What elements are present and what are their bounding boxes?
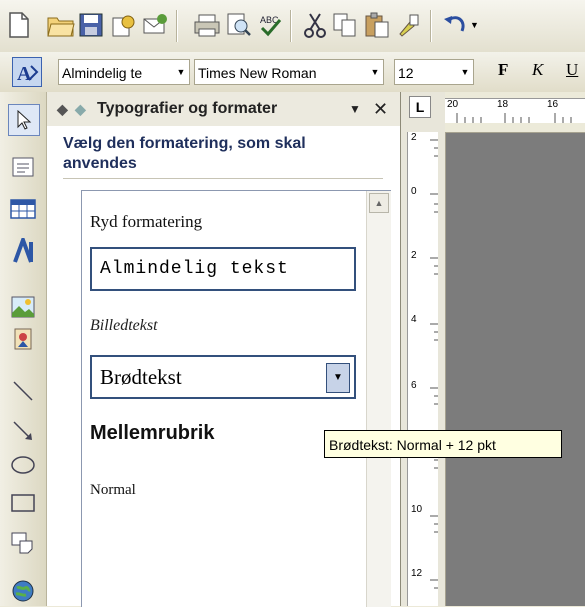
picture-icon[interactable] bbox=[8, 292, 38, 322]
style-dropdown-value: Almindelig te bbox=[62, 65, 143, 81]
chevron-down-icon[interactable]: ▼ bbox=[326, 363, 350, 393]
styles-formatting-icon[interactable]: A bbox=[12, 57, 42, 87]
list-item-brodtekst-label: Brødtekst bbox=[100, 365, 182, 389]
wordart-icon[interactable] bbox=[8, 236, 38, 266]
permission-icon[interactable] bbox=[108, 10, 138, 40]
chevron-down-icon[interactable]: ▼ bbox=[173, 60, 189, 84]
chevron-down-icon[interactable]: ▼ bbox=[367, 60, 383, 84]
chevron-down-icon[interactable]: ▼ bbox=[457, 60, 473, 84]
forward-arrow-icon[interactable]: ◆ bbox=[75, 92, 86, 126]
print-preview-icon[interactable] bbox=[224, 10, 254, 40]
arrow-icon[interactable] bbox=[8, 416, 38, 446]
vertical-ruler-track: 2 0 2 4 6 10 12 bbox=[407, 132, 438, 606]
scrollbar[interactable]: ▲ bbox=[366, 191, 391, 607]
print-icon[interactable] bbox=[192, 10, 222, 40]
line-icon[interactable] bbox=[8, 376, 38, 406]
spelling-icon[interactable]: ABC bbox=[256, 10, 286, 40]
textbox-icon[interactable] bbox=[8, 152, 38, 182]
ruler-tick: 6 bbox=[411, 380, 417, 391]
styles-list: Ryd formatering Almindelig tekst Billedt… bbox=[81, 190, 391, 607]
email-icon[interactable] bbox=[140, 10, 170, 40]
task-pane-title: Typografier og formater bbox=[97, 100, 278, 117]
undo-dropdown-icon[interactable]: ▼ bbox=[470, 20, 479, 30]
clipart-icon[interactable] bbox=[8, 324, 38, 354]
paste-icon[interactable] bbox=[362, 10, 392, 40]
font-dropdown[interactable]: Times New Roman ▼ bbox=[194, 59, 384, 85]
back-arrow-icon[interactable]: ◆ bbox=[57, 92, 68, 126]
select-objects-icon[interactable] bbox=[8, 104, 40, 136]
ruler-tick: 0 bbox=[411, 186, 417, 197]
ruler-tick: 2 bbox=[411, 132, 417, 143]
list-item-brodtekst[interactable]: Brødtekst ▼ bbox=[90, 355, 356, 399]
open-folder-icon[interactable] bbox=[46, 10, 76, 40]
drawing-toolbar bbox=[0, 92, 47, 606]
task-pane-header: ◆ ◆ Typografier og formater ▼ ✕ bbox=[47, 92, 400, 126]
font-size-dropdown[interactable]: 12 ▼ bbox=[394, 59, 474, 85]
font-size-value: 12 bbox=[398, 65, 414, 81]
standard-toolbar: ABC ▼ bbox=[0, 0, 585, 53]
list-item-ryd-formatering[interactable]: Ryd formatering bbox=[90, 205, 356, 239]
globe-icon[interactable] bbox=[8, 576, 38, 606]
style-tooltip: Brødtekst: Normal + 12 pkt bbox=[324, 430, 562, 458]
italic-button[interactable]: K bbox=[532, 60, 543, 80]
tab-selector-icon[interactable]: L bbox=[409, 96, 431, 118]
style-dropdown[interactable]: Almindelig te ▼ bbox=[58, 59, 190, 85]
list-item-almindelig-tekst[interactable]: Almindelig tekst bbox=[90, 247, 356, 291]
list-item-normal[interactable]: Normal bbox=[90, 473, 356, 507]
autoshape-icon[interactable] bbox=[8, 528, 38, 558]
new-document-icon[interactable] bbox=[4, 10, 34, 40]
rectangle-icon[interactable] bbox=[8, 488, 38, 518]
cut-icon[interactable] bbox=[300, 10, 330, 40]
vertical-ruler: L 2 0 2 4 6 10 12 bbox=[401, 92, 446, 606]
table-icon[interactable] bbox=[8, 194, 38, 224]
horizontal-ruler-track: 20 18 16 bbox=[445, 98, 585, 123]
list-item-mellemrubrik[interactable]: Mellemrubrik bbox=[90, 413, 356, 453]
formatting-toolbar: A Almindelig te ▼ Times New Roman ▼ 12 ▼… bbox=[0, 52, 585, 93]
ruler-tick: 20 bbox=[447, 99, 459, 110]
list-item-billedtekst[interactable]: Billedtekst bbox=[90, 309, 356, 343]
svg-text:A: A bbox=[17, 63, 32, 84]
ruler-tick: 18 bbox=[497, 99, 509, 110]
scroll-up-icon[interactable]: ▲ bbox=[369, 193, 389, 213]
task-pane-menu-icon[interactable]: ▼ bbox=[349, 92, 361, 126]
task-pane: ◆ ◆ Typografier og formater ▼ ✕ Vælg den… bbox=[47, 92, 401, 607]
font-dropdown-value: Times New Roman bbox=[198, 65, 317, 81]
oval-icon[interactable] bbox=[8, 450, 38, 480]
horizontal-ruler: 20 18 16 bbox=[445, 92, 585, 133]
copy-icon[interactable] bbox=[330, 10, 360, 40]
ruler-tick: 4 bbox=[411, 314, 417, 325]
format-painter-icon[interactable] bbox=[394, 10, 424, 40]
ruler-tick: 10 bbox=[411, 504, 423, 515]
bold-button[interactable]: F bbox=[498, 60, 508, 80]
ruler-tick: 2 bbox=[411, 250, 417, 261]
task-pane-subtitle: Vælg den formatering, som skal anvendes bbox=[63, 134, 383, 179]
close-icon[interactable]: ✕ bbox=[373, 92, 388, 126]
ruler-tick: 16 bbox=[547, 99, 559, 110]
ruler-tick: 12 bbox=[411, 568, 423, 579]
save-icon[interactable] bbox=[76, 10, 106, 40]
underline-button[interactable]: U bbox=[566, 60, 578, 80]
undo-icon[interactable] bbox=[440, 10, 470, 40]
